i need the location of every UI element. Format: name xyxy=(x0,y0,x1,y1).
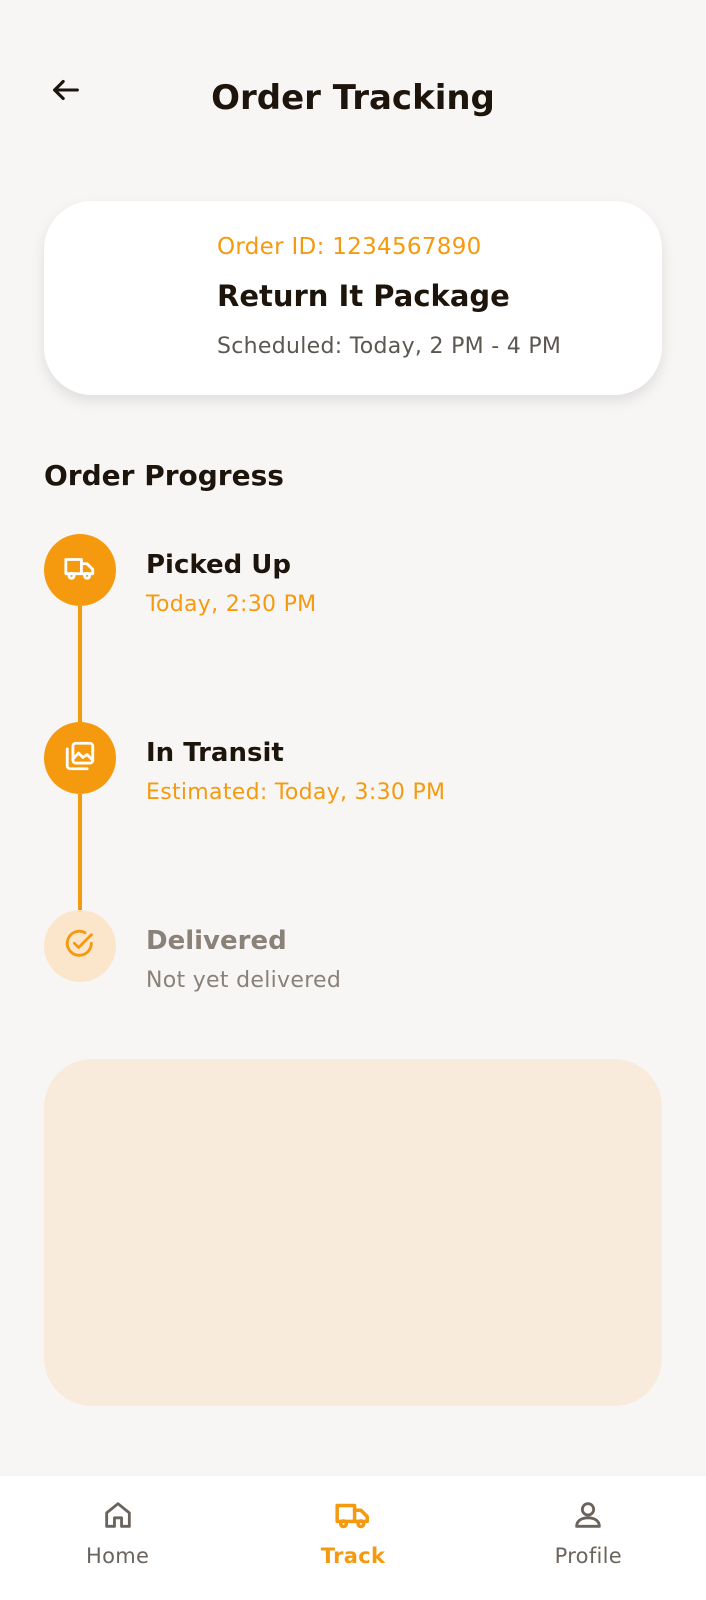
nav-item-profile[interactable]: Profile xyxy=(508,1476,668,1586)
map-placeholder[interactable] xyxy=(44,1059,662,1406)
user-icon xyxy=(567,1494,609,1536)
step-title: In Transit xyxy=(146,738,284,768)
order-progress-timeline: Picked Up Today, 2:30 PM In Transit Esti… xyxy=(44,534,662,1004)
timeline-connector xyxy=(78,794,82,910)
order-schedule: Scheduled: Today, 2 PM - 4 PM xyxy=(217,334,562,359)
order-card[interactable]: Order ID: 1234567890 Return It Package S… xyxy=(44,201,662,395)
truck-icon xyxy=(332,1494,374,1536)
nav-item-track[interactable]: Track xyxy=(273,1476,433,1586)
step-status-circle xyxy=(44,534,116,606)
progress-step-picked-up: Picked Up Today, 2:30 PM xyxy=(44,534,662,617)
step-status-circle xyxy=(44,910,116,982)
gallery-icon xyxy=(63,739,97,777)
home-icon xyxy=(97,1494,139,1536)
step-subtitle: Today, 2:30 PM xyxy=(146,592,317,617)
timeline-connector xyxy=(78,606,82,722)
order-progress-title: Order Progress xyxy=(44,459,284,492)
order-id: Order ID: 1234567890 xyxy=(217,234,482,260)
page-title: Order Tracking xyxy=(211,78,495,118)
progress-step-delivered: Delivered Not yet delivered xyxy=(44,910,662,993)
nav-label-track: Track xyxy=(320,1544,386,1568)
step-subtitle: Estimated: Today, 3:30 PM xyxy=(146,780,446,805)
order-name: Return It Package xyxy=(217,279,510,313)
progress-step-in-transit: In Transit Estimated: Today, 3:30 PM xyxy=(44,722,662,805)
step-title: Picked Up xyxy=(146,550,291,580)
app-header: Order Tracking xyxy=(0,0,706,200)
nav-label-home: Home xyxy=(86,1544,150,1568)
nav-label-profile: Profile xyxy=(554,1544,623,1568)
nav-item-home[interactable]: Home xyxy=(38,1476,198,1586)
check-circle-icon xyxy=(63,927,97,965)
step-subtitle: Not yet delivered xyxy=(146,968,342,993)
step-title: Delivered xyxy=(146,926,287,956)
bottom-navigation: Home Track Profile xyxy=(0,1476,706,1600)
step-status-circle xyxy=(44,722,116,794)
truck-icon xyxy=(63,551,97,589)
